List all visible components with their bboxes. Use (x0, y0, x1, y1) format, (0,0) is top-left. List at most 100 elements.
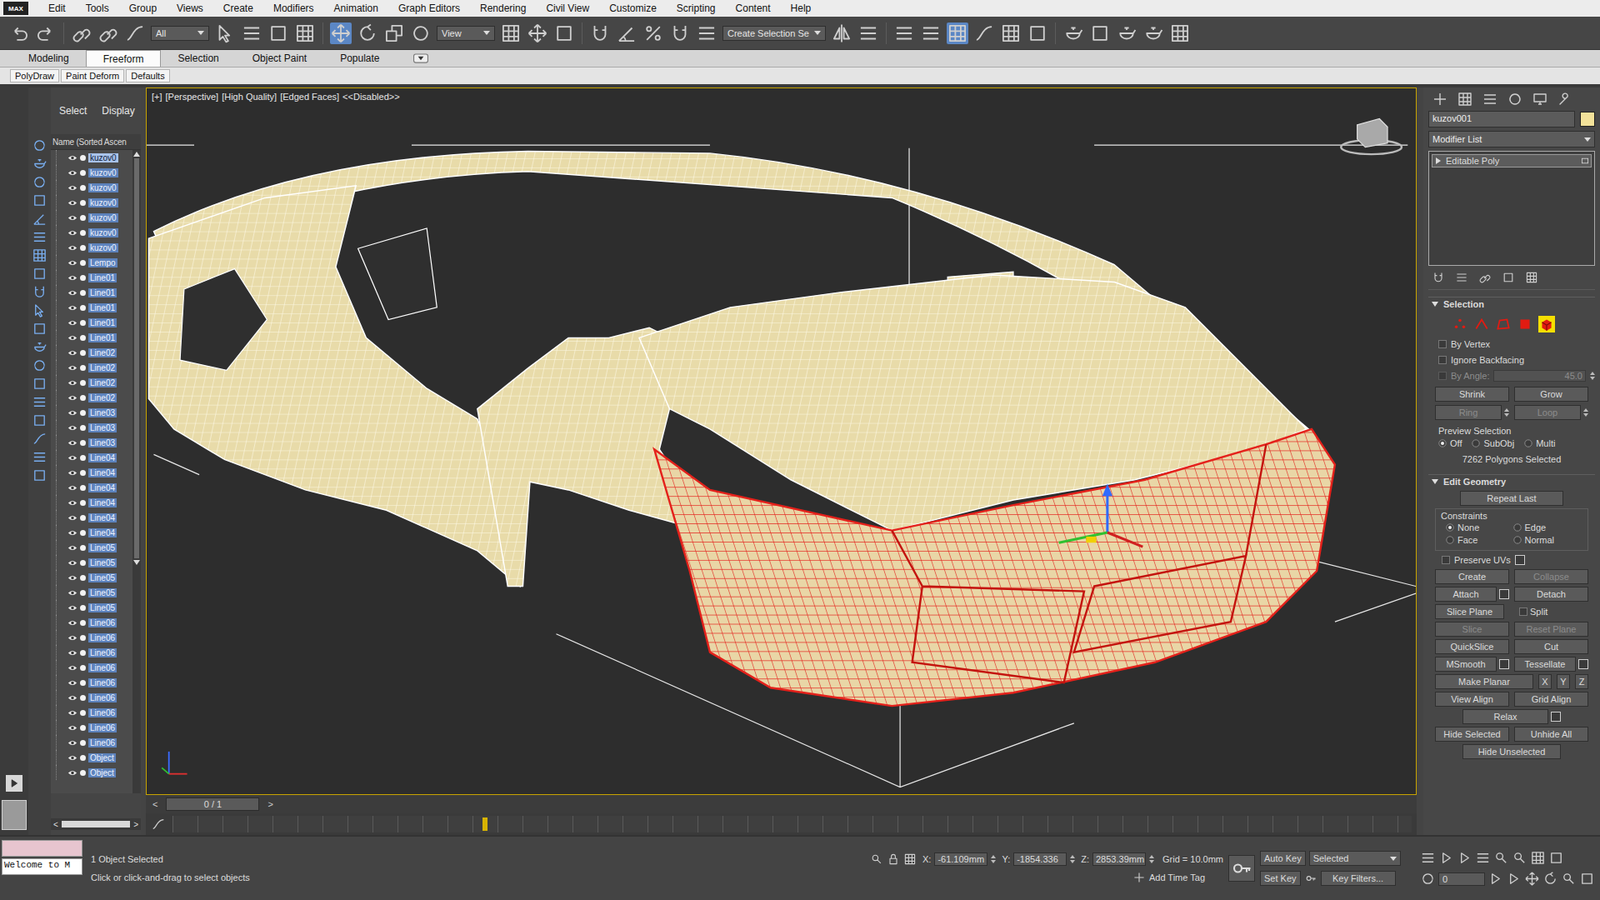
eye-icon[interactable] (67, 379, 78, 387)
object-color-swatch[interactable] (1580, 111, 1595, 127)
maxscript-output[interactable]: Welcome to M (1, 858, 83, 875)
preview-option[interactable]: Off (1438, 438, 1462, 449)
menu-item[interactable]: Help (780, 2, 822, 15)
menu-item[interactable]: Create (213, 2, 264, 15)
render-dot[interactable] (80, 335, 86, 341)
radio-button[interactable] (1445, 535, 1455, 545)
menu-item[interactable]: Content (725, 2, 781, 15)
radio-button[interactable] (1513, 523, 1522, 532)
explorer-row[interactable]: kuzov0 (50, 225, 133, 240)
render-dot[interactable] (80, 770, 86, 776)
geometry-button[interactable]: Create (1435, 569, 1510, 585)
select-and-manipulate-icon[interactable] (526, 22, 549, 45)
radio-button[interactable] (1471, 439, 1480, 448)
eye-icon[interactable] (67, 769, 78, 777)
scroll-down-icon[interactable] (133, 560, 140, 565)
redo-icon[interactable] (35, 22, 57, 45)
eye-icon[interactable] (67, 529, 78, 537)
keyboard-shortcut-icon[interactable] (553, 22, 575, 45)
select-and-move-icon[interactable] (330, 22, 352, 45)
vertical-scrollbar[interactable] (132, 150, 141, 794)
modifier-stack-item[interactable]: Editable Poly (1431, 154, 1592, 168)
explorer-row[interactable]: Line03 (50, 405, 133, 420)
eye-icon[interactable] (67, 289, 78, 297)
navigation-rotate-icon[interactable] (1542, 870, 1559, 887)
menu-item[interactable]: Views (166, 2, 214, 15)
time-slider-thumb[interactable]: 0 / 1 (165, 797, 260, 811)
geometry-button[interactable]: Slice Plane (1435, 604, 1505, 620)
geometry-button[interactable]: Collapse (1514, 569, 1589, 585)
explorer-row[interactable]: Line06 (50, 735, 133, 750)
eye-icon[interactable] (67, 544, 78, 552)
render-dot[interactable] (80, 230, 86, 236)
render-dot[interactable] (80, 350, 86, 356)
magnet-stack-icon[interactable] (1431, 270, 1445, 285)
eye-icon[interactable] (67, 604, 78, 612)
navigation-play-icon[interactable] (1487, 870, 1504, 887)
eye-icon[interactable] (67, 439, 78, 447)
render-dot[interactable] (80, 155, 86, 161)
playback-list-icon[interactable] (1420, 850, 1436, 866)
geometry-button[interactable]: Hide Selected (1435, 726, 1510, 742)
explorer-row[interactable]: Line06 (50, 720, 133, 735)
eye-icon[interactable] (67, 244, 78, 252)
circle-filter-icon[interactable] (31, 357, 48, 374)
box-filter-icon[interactable] (31, 265, 48, 282)
explorer-row[interactable]: Line01 (50, 300, 133, 315)
coordinate-field[interactable]: -1854.336 (1013, 852, 1067, 866)
render-dot[interactable] (80, 215, 86, 221)
eye-icon[interactable] (67, 229, 78, 237)
eye-icon[interactable] (67, 184, 78, 192)
explorer-row[interactable]: Line02 (50, 345, 133, 360)
expand-icon[interactable] (1435, 157, 1442, 165)
geometry-button[interactable]: Make Planar (1435, 674, 1534, 690)
spinner-icon[interactable] (1583, 408, 1589, 417)
undo-icon[interactable] (8, 22, 30, 45)
maxscript-input[interactable] (1, 840, 83, 857)
eye-icon[interactable] (67, 394, 78, 402)
explorer-row[interactable]: Lempo (50, 255, 133, 270)
render-dot[interactable] (80, 755, 86, 761)
eye-icon[interactable] (67, 259, 78, 267)
ribbon-tab[interactable]: Populate (323, 50, 396, 67)
preview-option[interactable]: SubObj (1471, 438, 1515, 449)
add-time-tag[interactable]: Add Time Tag (1149, 872, 1205, 883)
magnet-filter-icon[interactable] (31, 284, 48, 300)
cursor-filter-icon[interactable] (31, 302, 48, 319)
eye-icon[interactable] (67, 304, 78, 312)
toggle-ribbon-icon[interactable] (946, 22, 969, 45)
explorer-row[interactable]: Line06 (50, 690, 133, 705)
snaps-icon[interactable] (589, 22, 611, 45)
previous-frame[interactable]: < (149, 799, 161, 810)
coordinate-field[interactable]: -61.109mm (934, 852, 988, 866)
constraint-option[interactable]: None (1445, 522, 1511, 533)
explorer-row[interactable]: Line06 (50, 705, 133, 720)
vertex-level-icon[interactable] (1451, 315, 1469, 333)
geometry-button[interactable]: Cut (1514, 639, 1589, 655)
geometry-button[interactable]: Grid Align (1514, 691, 1589, 707)
bind-space-warp-icon[interactable] (124, 22, 146, 45)
render-dot[interactable] (80, 260, 86, 266)
window-crossing-icon[interactable] (294, 22, 316, 45)
render-dot[interactable] (80, 365, 86, 371)
playback-zoom-icon[interactable] (1493, 850, 1510, 866)
explorer-tab[interactable]: Select (59, 105, 87, 117)
perspective-viewport[interactable]: [+][Perspective][High Quality][Edged Fac… (145, 87, 1417, 795)
render-dot[interactable] (80, 575, 86, 581)
explorer-tab[interactable]: Display (101, 105, 135, 117)
eye-icon[interactable] (67, 709, 78, 717)
selection-lock-icon[interactable] (886, 852, 900, 866)
explorer-row[interactable]: Line01 (50, 330, 133, 345)
selection-button[interactable]: Grow (1514, 386, 1589, 402)
modifier-list-dropdown[interactable]: Modifier List (1428, 130, 1595, 148)
render-dot[interactable] (80, 725, 86, 731)
navigation-box-icon[interactable] (1579, 870, 1595, 887)
edit-named-selection-icon[interactable] (695, 22, 718, 45)
modifier-state-icon[interactable] (1581, 157, 1589, 165)
explorer-row[interactable]: Line06 (50, 615, 133, 630)
ribbon-panel-tab[interactable]: PolyDraw (10, 69, 60, 83)
absolute-mode-icon[interactable] (903, 852, 917, 866)
eye-icon[interactable] (67, 574, 78, 582)
scroll-right[interactable]: > (133, 820, 139, 830)
eye-icon[interactable] (67, 199, 78, 207)
